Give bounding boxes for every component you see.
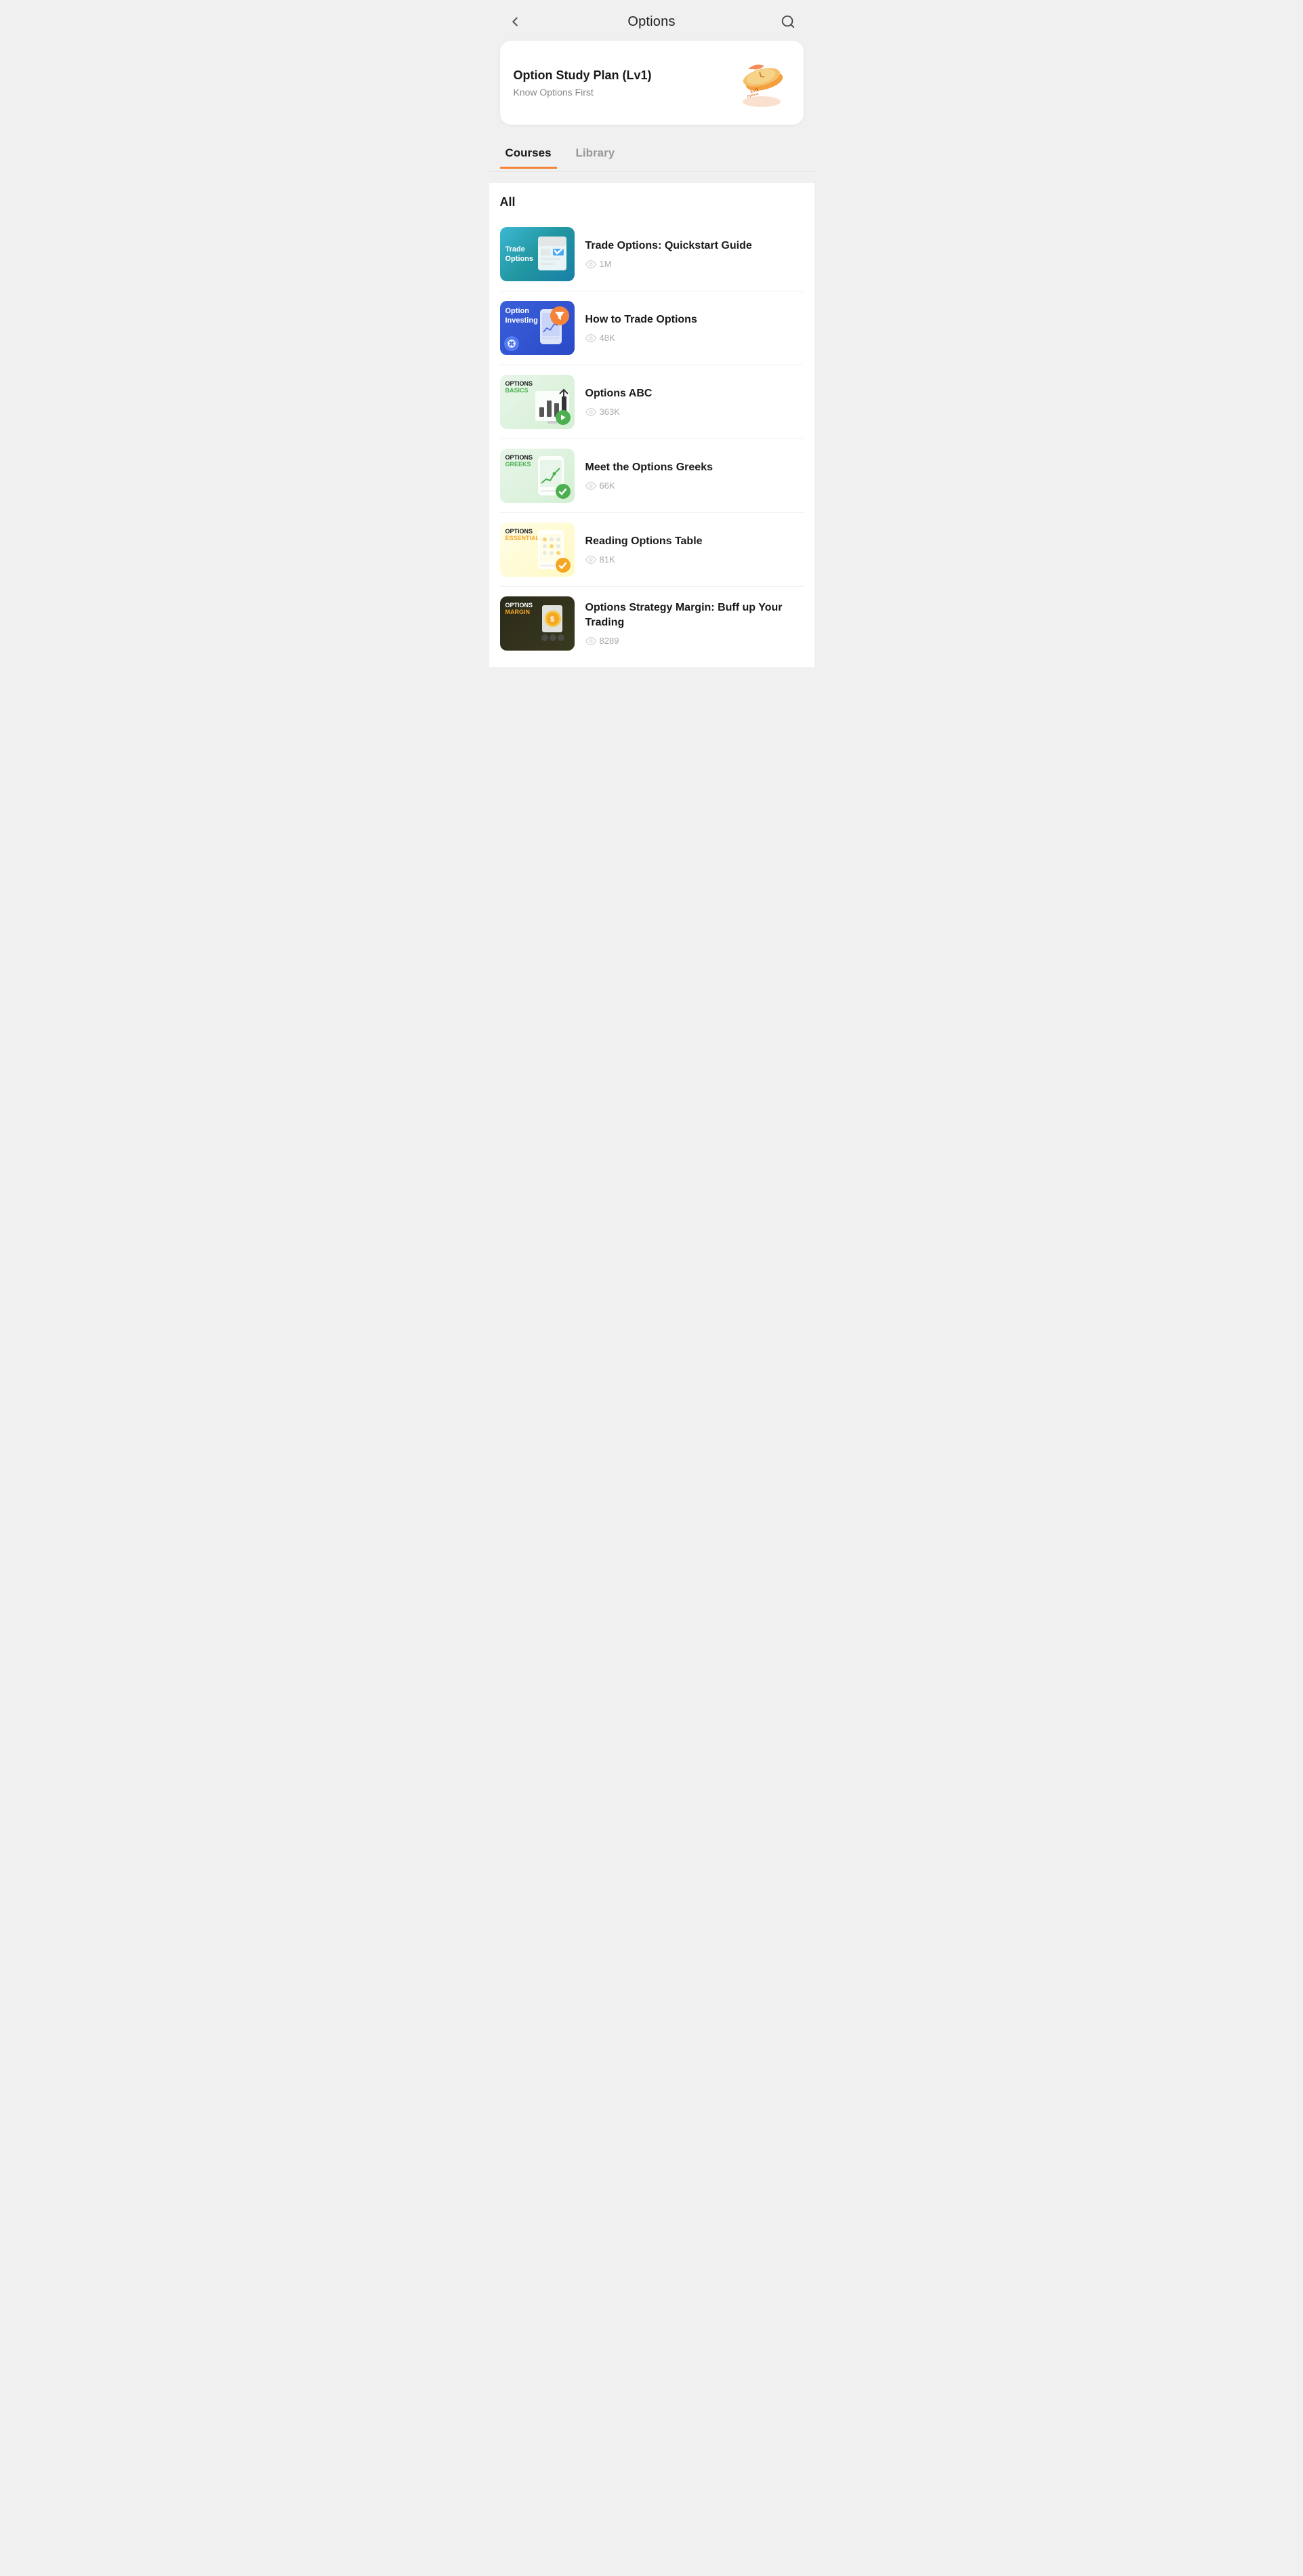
- course-thumbnail: OPTIONS ESSENTIALS: [500, 523, 575, 577]
- course-views: 363K: [585, 407, 804, 417]
- course-thumbnail: OPTIONS GREEKS: [500, 449, 575, 503]
- header: Options: [489, 0, 814, 41]
- course-info: Trade Options: Quickstart Guide 1M: [585, 239, 804, 270]
- course-title: Trade Options: Quickstart Guide: [585, 239, 804, 253]
- course-info: Options ABC 363K: [585, 386, 804, 417]
- thumb-label: OptionInvesting: [505, 306, 538, 326]
- course-views: 1M: [585, 259, 804, 270]
- section-title: All: [500, 183, 804, 218]
- search-button[interactable]: [779, 12, 798, 31]
- thumb-label: OPTIONS BASICS: [505, 380, 533, 394]
- course-views: 8289: [585, 636, 804, 647]
- tab-courses[interactable]: Courses: [500, 138, 557, 169]
- course-item[interactable]: OPTIONS GREEKS: [500, 439, 804, 513]
- svg-text:$: $: [550, 615, 554, 623]
- course-views: 81K: [585, 554, 804, 565]
- study-plan-text: Option Study Plan (Lv1) Know Options Fir…: [514, 68, 652, 98]
- tabs: Courses Library: [489, 138, 814, 169]
- plan-title: Option Study Plan (Lv1): [514, 68, 652, 83]
- course-info: How to Trade Options 48K: [585, 312, 804, 344]
- course-title: Reading Options Table: [585, 534, 804, 549]
- course-item[interactable]: OPTIONS BASICS: [500, 365, 804, 439]
- course-title: How to Trade Options: [585, 312, 804, 327]
- course-views: 66K: [585, 481, 804, 491]
- course-views: 48K: [585, 333, 804, 344]
- course-item[interactable]: OptionInvesting: [500, 291, 804, 365]
- course-thumbnail: TradeOptions: [500, 227, 575, 281]
- course-item[interactable]: TradeOptions Trade Opt: [500, 218, 804, 291]
- course-info: Reading Options Table 81K: [585, 534, 804, 565]
- plan-subtitle: Know Options First: [514, 87, 652, 98]
- course-item[interactable]: OPTIONS MARGIN $ Optio: [500, 587, 804, 667]
- course-title: Options ABC: [585, 386, 804, 401]
- course-info: Options Strategy Margin: Buff up Your Tr…: [585, 600, 804, 646]
- thumb-label: OPTIONS GREEKS: [505, 454, 533, 468]
- tab-divider: [489, 171, 814, 172]
- course-info: Meet the Options Greeks 66K: [585, 460, 804, 491]
- tab-library[interactable]: Library: [571, 138, 621, 169]
- courses-section: All TradeOptions: [489, 183, 814, 667]
- course-thumbnail: OPTIONS BASICS: [500, 375, 575, 429]
- course-thumbnail: OptionInvesting: [500, 301, 575, 355]
- thumb-label: OPTIONS MARGIN: [505, 602, 533, 615]
- course-title: Meet the Options Greeks: [585, 460, 804, 475]
- course-thumbnail: OPTIONS MARGIN $: [500, 596, 575, 651]
- back-button[interactable]: [505, 12, 524, 31]
- course-title: Options Strategy Margin: Buff up Your Tr…: [585, 600, 804, 630]
- study-plan-icon: Lv1 Options: [729, 56, 790, 110]
- thumb-label: TradeOptions: [505, 245, 534, 264]
- course-item[interactable]: OPTIONS ESSENTIALS: [500, 513, 804, 587]
- study-plan-card[interactable]: Option Study Plan (Lv1) Know Options Fir…: [500, 41, 804, 125]
- page-title: Options: [627, 14, 675, 30]
